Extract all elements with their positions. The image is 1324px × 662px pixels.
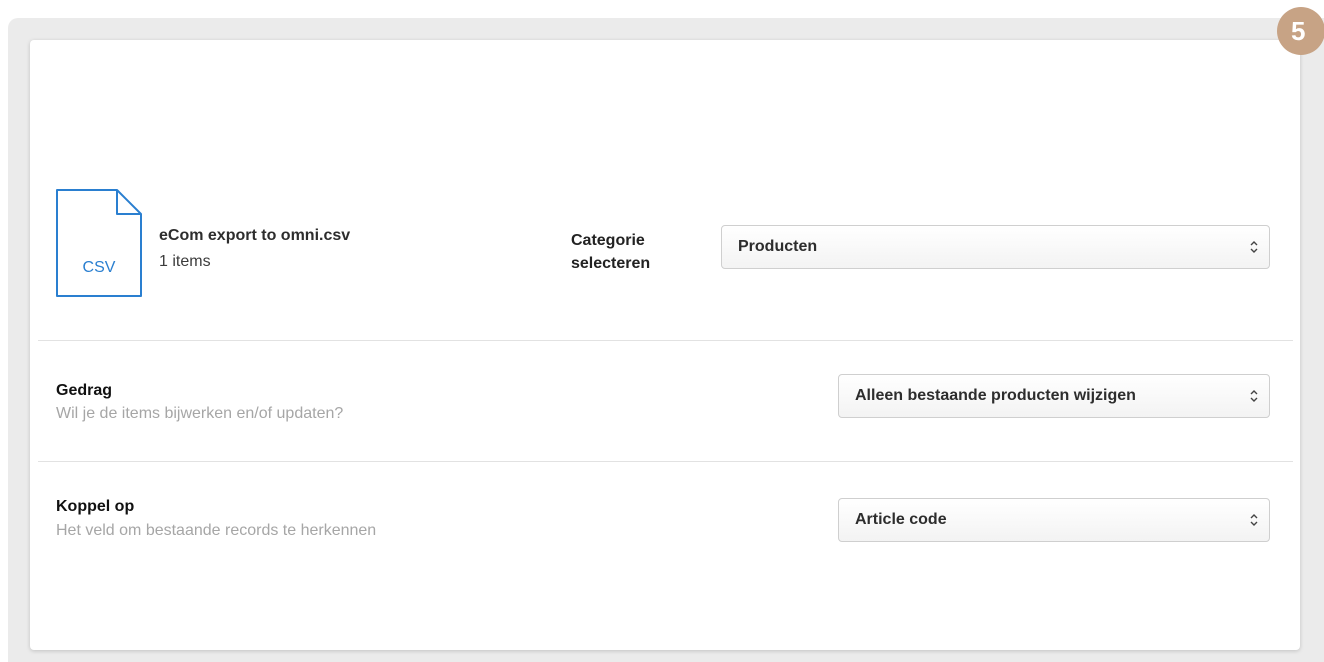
csv-file-icon: CSV [55,188,143,298]
file-name: eCom export to omni.csv [159,227,351,244]
csv-icon-label: CSV [83,259,116,276]
chevron-updown-icon [1239,240,1269,254]
behavior-title: Gedrag [56,382,113,399]
import-settings-card [30,40,1300,650]
divider [38,340,1293,341]
link-subtitle: Het veld om bestaande records te herkenn… [56,522,377,539]
chevron-updown-icon [1239,389,1269,403]
link-field-select[interactable]: Article code [838,498,1270,542]
category-select[interactable]: Producten [721,225,1270,269]
behavior-subtitle: Wil je de items bijwerken en/of updaten? [56,405,344,422]
chevron-updown-icon [1239,513,1269,527]
file-item-count: 1 items [159,253,211,270]
category-label: Categorie selecteren [571,232,651,272]
behavior-select[interactable]: Alleen bestaande producten wijzigen [838,374,1270,418]
step-badge: 5 [1277,7,1324,55]
link-field-select-value: Article code [855,511,947,528]
category-select-value: Producten [738,238,818,255]
divider [38,461,1293,462]
behavior-select-value: Alleen bestaande producten wijzigen [855,387,1136,404]
link-title: Koppel op [56,498,135,515]
